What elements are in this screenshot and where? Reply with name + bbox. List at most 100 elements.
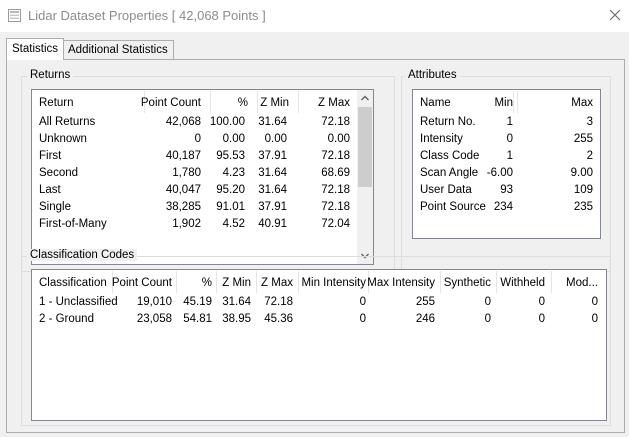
vertical-scrollbar[interactable] xyxy=(357,90,373,264)
point-count: 40,047 xyxy=(165,184,201,196)
point-count: 42,068 xyxy=(165,116,201,128)
tab-additional-statistics[interactable]: Additional Statistics xyxy=(62,40,174,60)
column-divider xyxy=(298,271,299,293)
point-count: 38,285 xyxy=(165,201,201,213)
percent: 95.20 xyxy=(216,184,245,196)
classification-codes-list[interactable]: Classification Point Count % Z Min Z Max… xyxy=(31,269,607,421)
attribute-min: 1 xyxy=(506,116,513,128)
lidar-dataset-icon xyxy=(8,9,21,22)
classification-name: 1 - Unclassified xyxy=(39,296,118,308)
percent: 45.19 xyxy=(183,296,212,308)
percent: 100.00 xyxy=(209,116,245,128)
column-header-classification[interactable]: Classification xyxy=(39,277,107,289)
z-min: 0.00 xyxy=(264,133,287,145)
close-icon[interactable] xyxy=(604,4,626,26)
z-min: 31.64 xyxy=(258,167,287,179)
returns-list[interactable]: Return Point Count % Z Min Z Max All Ret… xyxy=(31,89,374,265)
attribute-max: 2 xyxy=(586,150,593,162)
attribute-min: 1 xyxy=(506,150,513,162)
column-divider xyxy=(257,91,258,113)
attribute-max: 9.00 xyxy=(570,167,593,179)
title-bar: Lidar Dataset Properties [ 42,068 Points… xyxy=(0,0,629,32)
attribute-min: -6.00 xyxy=(486,167,513,179)
column-header-return[interactable]: Return xyxy=(39,97,74,109)
column-header-model-key[interactable]: Mod... xyxy=(566,277,598,289)
z-max: 0.00 xyxy=(327,133,350,145)
return-name: Unknown xyxy=(39,133,87,145)
column-header-z-max[interactable]: Z Max xyxy=(318,97,350,109)
column-divider xyxy=(216,271,217,293)
column-header-point-count[interactable]: Point Count xyxy=(112,277,172,289)
attribute-name: Point Source xyxy=(420,201,486,213)
returns-group: Returns Return Point Count % Z Min Z Max… xyxy=(21,69,395,272)
max-intensity: 255 xyxy=(415,296,435,308)
column-header-z-min[interactable]: Z Min xyxy=(260,97,289,109)
attribute-max: 109 xyxy=(573,184,593,196)
z-max: 45.36 xyxy=(264,313,293,325)
percent: 91.01 xyxy=(216,201,245,213)
column-header-min[interactable]: Min xyxy=(494,97,513,109)
column-header-point-count[interactable]: Point Count xyxy=(141,97,201,109)
point-count: 0 xyxy=(194,133,201,145)
model-key: 0 xyxy=(591,296,598,308)
z-min: 31.64 xyxy=(258,116,287,128)
column-header-z-max[interactable]: Z Max xyxy=(261,277,293,289)
z-min: 31.64 xyxy=(258,184,287,196)
column-header-synthetic[interactable]: Synthetic xyxy=(444,277,491,289)
column-divider xyxy=(517,91,518,113)
percent: 4.52 xyxy=(222,218,245,230)
model-key: 0 xyxy=(591,313,598,325)
max-intensity: 246 xyxy=(415,313,435,325)
point-count: 19,010 xyxy=(136,296,172,308)
z-max: 72.18 xyxy=(264,296,293,308)
percent: 95.53 xyxy=(216,150,245,162)
column-header-max[interactable]: Max xyxy=(571,97,593,109)
return-name: Last xyxy=(39,184,61,196)
withheld: 0 xyxy=(538,296,545,308)
attributes-group: Attributes Name Min Max Return No. 1 3 I… xyxy=(401,69,611,272)
attribute-max: 255 xyxy=(573,133,593,145)
percent: 54.81 xyxy=(183,313,212,325)
z-max: 72.18 xyxy=(321,201,350,213)
column-header-max-intensity[interactable]: Max Intensity xyxy=(367,277,435,289)
point-count: 1,902 xyxy=(172,218,201,230)
point-count: 40,187 xyxy=(165,150,201,162)
tab-statistics[interactable]: Statistics xyxy=(6,38,65,60)
scrollbar-thumb[interactable] xyxy=(358,107,372,187)
return-name: First-of-Many xyxy=(39,218,107,230)
z-min: 37.91 xyxy=(258,201,287,213)
scroll-up-arrow-icon[interactable] xyxy=(357,90,373,106)
column-divider xyxy=(298,91,299,113)
z-max: 68.69 xyxy=(321,167,350,179)
attribute-name: Return No. xyxy=(420,116,476,128)
attribute-min: 93 xyxy=(500,184,513,196)
attribute-name: Class Code xyxy=(420,150,480,162)
column-divider xyxy=(176,271,177,293)
column-header-min-intensity[interactable]: Min Intensity xyxy=(301,277,366,289)
attribute-name: User Data xyxy=(420,184,472,196)
synthetic: 0 xyxy=(484,313,491,325)
z-min: 38.95 xyxy=(222,313,251,325)
column-header-name[interactable]: Name xyxy=(420,97,451,109)
attribute-min: 234 xyxy=(493,201,513,213)
statistics-page: Returns Return Point Count % Z Min Z Max… xyxy=(6,59,625,433)
classification-codes-group-title: Classification Codes xyxy=(27,249,138,261)
attributes-group-title: Attributes xyxy=(405,69,460,81)
window-title: Lidar Dataset Properties [ 42,068 Points… xyxy=(28,8,266,23)
point-count: 23,058 xyxy=(136,313,172,325)
percent: 0.00 xyxy=(222,133,245,145)
classification-codes-group: Classification Codes Classification Poin… xyxy=(21,249,611,426)
column-divider xyxy=(513,91,514,113)
attributes-list[interactable]: Name Min Max Return No. 1 3 Intensity 0 … xyxy=(412,89,601,239)
returns-group-title: Returns xyxy=(27,69,74,81)
column-divider xyxy=(210,91,211,113)
attribute-name: Intensity xyxy=(420,133,463,145)
z-min: 31.64 xyxy=(222,296,251,308)
z-max: 72.04 xyxy=(321,218,350,230)
z-min: 40.91 xyxy=(258,218,287,230)
column-header-withheld[interactable]: Withheld xyxy=(500,277,545,289)
column-header-percent[interactable]: % xyxy=(238,97,248,109)
z-max: 72.18 xyxy=(321,184,350,196)
column-header-z-min[interactable]: Z Min xyxy=(222,277,251,289)
column-header-percent[interactable]: % xyxy=(202,277,212,289)
